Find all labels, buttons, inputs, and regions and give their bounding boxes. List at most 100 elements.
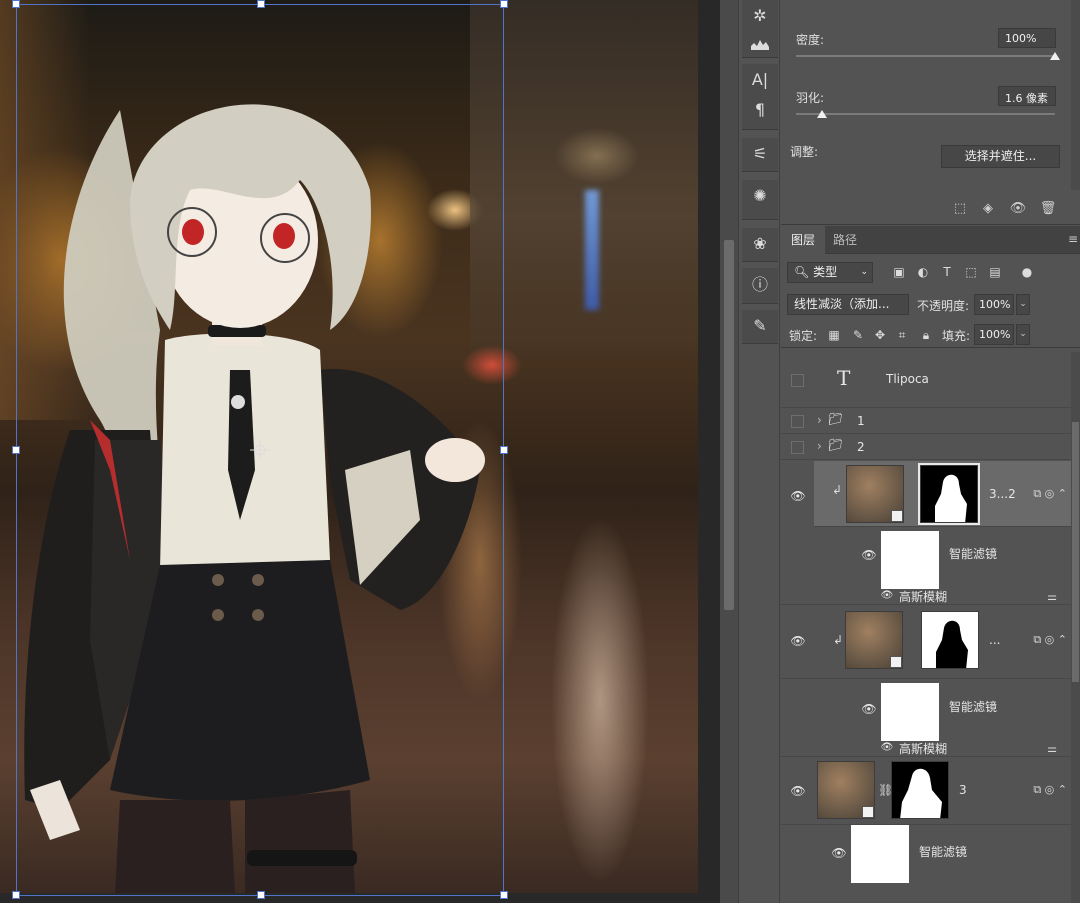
layer-name: ... [989,633,1001,647]
layer-thumbnail[interactable] [846,465,904,523]
layer-row-selected[interactable]: ↲ 3...2 ⧉ ◎ ⌃ [814,461,1071,527]
fill-field[interactable]: 100% [974,324,1014,345]
text-layer-icon: T [837,366,851,390]
smart-filter-indicator-icon[interactable]: ⧉ ◎ ⌃ [1033,487,1067,501]
adjust-label: 调整: [790,145,819,159]
visibility-eye-icon[interactable]: 👁 [790,490,806,502]
visibility-toggle[interactable] [791,374,804,387]
chevron-right-icon[interactable]: › [817,413,822,427]
layer-filter-row: 🔍︎ 类型 ⌄ ▣ ◐ T ⬚ ▤ ● [781,260,1080,286]
visibility-eye-icon[interactable]: 👁 [831,847,847,859]
filter-options-icon[interactable]: ⚌ [1047,590,1057,603]
layer-thumbnail[interactable] [817,761,875,819]
visibility-eye-icon[interactable]: 👁 [879,742,895,754]
folder-icon: 📁︎ [828,438,844,452]
lock-label: 锁定: [789,329,818,343]
lock-all-icon[interactable]: 🔒︎ [918,327,934,343]
filter-smart-object-icon[interactable]: ▤ [987,264,1003,280]
visibility-eye-icon[interactable]: 👁 [861,703,877,715]
feather-slider-knob[interactable] [816,110,827,118]
panel-icon-strip: ✲ A| ¶ ⚟ ✺ ❀ ⓘ ✎ [738,0,780,903]
properties-scrollbar[interactable] [1071,0,1080,190]
lock-row: 锁定: ▦ ✎ ✥ ⌗ 🔒︎ 填充: 100% ⌄ [781,322,1080,348]
filter-toggle-icon[interactable]: ● [1019,264,1035,280]
lock-transparent-icon[interactable]: ▦ [826,327,842,343]
lock-artboard-icon[interactable]: ⌗ [894,327,910,343]
tab-layers[interactable]: 图层 [781,226,826,254]
layer-name: 2 [857,440,865,454]
lock-image-icon[interactable]: ✎ [850,327,866,343]
filter-shape-icon[interactable]: ⬚ [963,264,979,280]
ray-icon[interactable]: ✲ [742,0,778,30]
layer-list: T Tlipoca › 📁︎ 1 › 📁︎ 2 ↲ 3...2 ⧉ ◎ ⌃ 👁 … [781,352,1071,903]
layer-list-scrollbar[interactable] [1071,352,1080,903]
info-icon[interactable]: ⓘ [742,268,778,298]
apply-mask-icon[interactable]: ◈ [979,200,997,218]
layer-row[interactable]: › 📁︎ 2 [781,434,1071,460]
density-slider-knob[interactable] [1050,52,1060,60]
fill-label: 填充: [942,329,971,343]
smart-filter-row[interactable]: 👁 智能滤镜 👁 高斯模糊 ⚌ [781,527,1071,605]
visibility-eye-icon[interactable]: 👁 [790,635,806,647]
panel-menu-icon[interactable]: ≡ [1068,232,1078,246]
visibility-eye-icon[interactable]: 👁 [790,785,806,797]
layer-name: 3 [959,783,967,797]
filter-options-icon[interactable]: ⚌ [1047,742,1057,755]
density-label: 密度: [796,33,825,47]
blend-mode-select[interactable]: 线性减淡（添加... [787,294,909,315]
visibility-toggle[interactable] [791,441,804,454]
layer-thumbnail[interactable] [845,611,903,669]
smart-filter-indicator-icon[interactable]: ⧉ ◎ ⌃ [1033,633,1067,647]
canvas-vertical-scrollbar[interactable] [720,0,738,903]
density-field[interactable]: 100% [998,28,1056,48]
layer-row[interactable]: T Tlipoca [781,352,1071,408]
channels-icon[interactable]: ❀ [742,228,778,258]
layer-filter-kind-select[interactable]: 🔍︎ 类型 ⌄ [787,262,873,283]
folder-icon: 📁︎ [828,412,844,426]
opacity-dropdown-icon[interactable]: ⌄ [1016,294,1030,315]
smart-filter-row[interactable]: 👁 智能滤镜 👁 高斯模糊 ⚌ [781,679,1071,757]
lock-position-icon[interactable]: ✥ [872,327,888,343]
smart-filter-label: 智能滤镜 [919,845,968,859]
delete-icon[interactable]: 🗑 [1039,200,1057,218]
brush-preset-icon[interactable]: ✺ [742,180,778,210]
fill-dropdown-icon[interactable]: ⌄ [1016,324,1030,345]
visibility-eye-icon[interactable]: 👁 [879,590,895,602]
filter-kind-value: 类型 [813,265,838,279]
layer-row[interactable]: 👁 ⛓︎ 3 ⧉ ◎ ⌃ [781,757,1071,825]
filter-pixel-icon[interactable]: ▣ [891,264,907,280]
opacity-label: 不透明度: [917,299,970,313]
layer-row[interactable]: › 📁︎ 1 [781,408,1071,434]
density-slider[interactable] [796,55,1055,57]
opacity-field[interactable]: 100% [974,294,1014,315]
load-selection-icon[interactable]: ⬚ [951,200,969,218]
feather-slider[interactable] [796,113,1055,115]
filter-name: 高斯模糊 [899,590,948,604]
layer-mask-thumbnail[interactable] [921,611,979,669]
smart-filter-row[interactable]: 👁 智能滤镜 [781,825,1071,903]
filter-type-icon[interactable]: T [939,264,955,280]
visibility-eye-icon[interactable]: 👁 [1009,200,1027,218]
smart-filter-mask-thumbnail[interactable] [881,683,939,741]
smart-filter-indicator-icon[interactable]: ⧉ ◎ ⌃ [1033,783,1067,797]
layer-mask-thumbnail[interactable] [891,761,949,819]
visibility-eye-icon[interactable]: 👁 [861,549,877,561]
histogram-icon[interactable] [742,30,778,58]
filter-adjustment-icon[interactable]: ◐ [915,264,931,280]
feather-field[interactable]: 1.6 像素 [998,86,1056,106]
chevron-right-icon[interactable]: › [817,439,822,453]
smart-object-badge-icon [890,656,902,668]
tab-paths[interactable]: 路径 [823,226,867,254]
filter-name: 高斯模糊 [899,742,948,756]
visibility-toggle[interactable] [791,415,804,428]
smart-filter-mask-thumbnail[interactable] [851,825,909,883]
select-and-mask-button[interactable]: 选择并遮住... [941,145,1060,168]
adjust-sliders-icon[interactable]: ⚟ [742,138,778,168]
paragraph-icon[interactable]: ¶ [742,94,778,124]
layer-row[interactable]: 👁 ↲ ... ⧉ ◎ ⌃ [781,605,1071,679]
smart-filter-mask-thumbnail[interactable] [881,531,939,589]
brush-icon[interactable]: ✎ [742,310,778,340]
layer-mask-thumbnail[interactable] [918,463,980,525]
document-canvas[interactable] [0,0,720,903]
character-icon[interactable]: A| [742,64,778,94]
